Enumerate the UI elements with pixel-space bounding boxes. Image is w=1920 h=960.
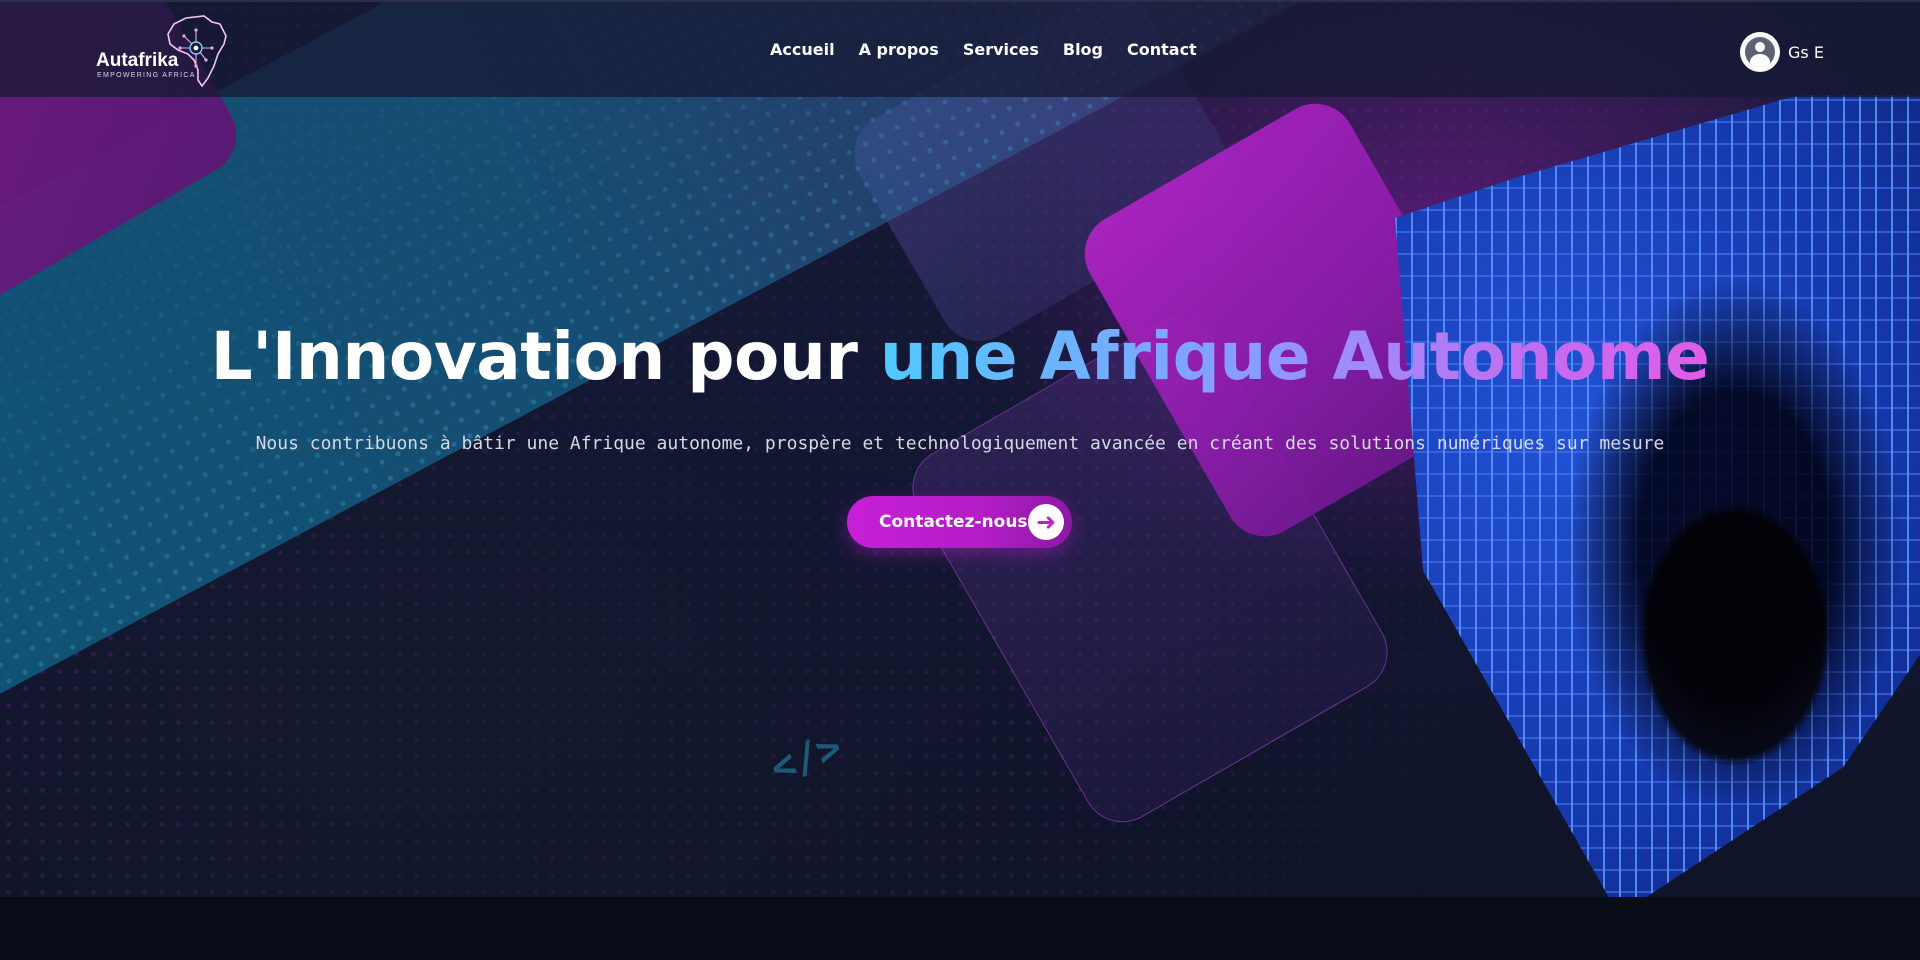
nav-link-services[interactable]: Services (963, 40, 1039, 59)
headline-plain: L'Innovation pour (210, 318, 880, 395)
hero-headline: L'Innovation pour une Afrique Autonome (0, 318, 1920, 395)
user-name: Gs E (1788, 42, 1824, 62)
hero-subtitle: Nous contribuons à bâtir une Afrique aut… (255, 433, 1665, 454)
nav-link-a-propos[interactable]: A propos (859, 40, 939, 59)
user-avatar-icon (1740, 32, 1780, 72)
avatar-body (1750, 54, 1770, 67)
headline-highlight: une Afrique Autonome (879, 318, 1710, 395)
contact-us-label: Contactez-nous (879, 512, 1028, 532)
nav-link-blog[interactable]: Blog (1063, 40, 1103, 59)
nav-link-accueil[interactable]: Accueil (770, 40, 835, 59)
brand-name: Autafrika (96, 50, 179, 71)
brand-logo[interactable]: Autafrika EMPOWERING AFRICA (96, 14, 236, 90)
hero-section: </> L'Innovation pour une Afrique Autono… (0, 0, 1920, 897)
arrow-right-icon: ➜ (1028, 504, 1064, 540)
user-menu[interactable]: Gs E (1740, 32, 1824, 72)
avatar-silhouette (1745, 37, 1775, 67)
page: </> L'Innovation pour une Afrique Autono… (0, 0, 1920, 960)
avatar-head (1755, 42, 1765, 52)
next-section-edge (0, 897, 1920, 960)
nav-link-contact[interactable]: Contact (1127, 40, 1197, 59)
navbar: Autafrika EMPOWERING AFRICA Accueil A pr… (0, 0, 1920, 97)
contact-us-button[interactable]: Contactez-nous ➜ (847, 496, 1072, 548)
brand-tagline: EMPOWERING AFRICA (97, 72, 196, 79)
main-nav: Accueil A propos Services Blog Contact (770, 40, 1197, 59)
